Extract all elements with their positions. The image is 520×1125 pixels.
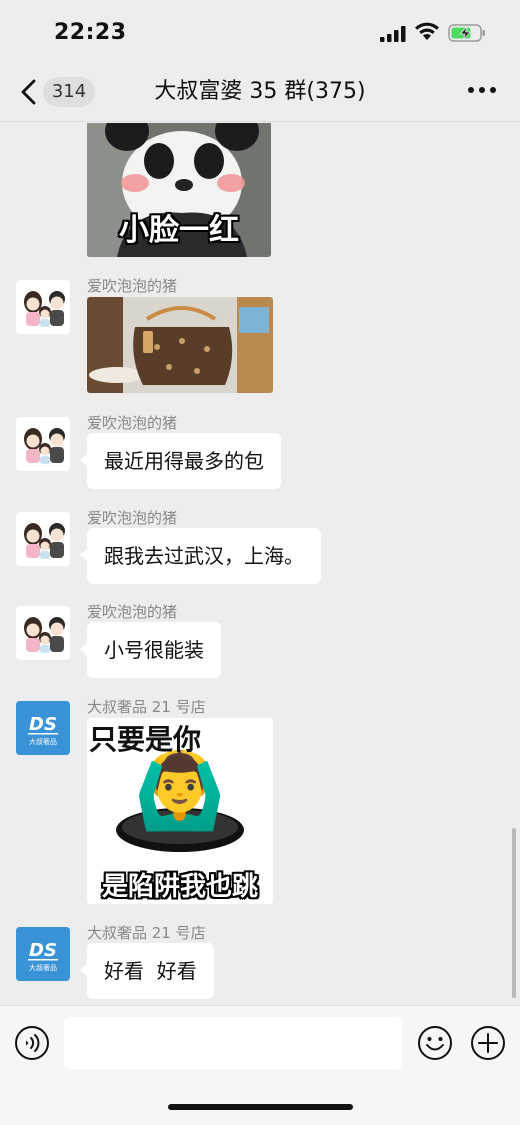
message-text: 爱吹泡泡的猪 小号很能装 [0, 601, 520, 681]
family-cartoon-avatar[interactable] [16, 606, 70, 660]
message-bubble[interactable]: 小号很能装 [80, 622, 221, 678]
message-image: 爱吹泡泡的猪 [0, 275, 520, 395]
sender-name: 爱吹泡泡的猪 [87, 603, 178, 621]
sender-name: 爱吹泡泡的猪 [87, 277, 178, 295]
status-bar: 22:23 [0, 0, 520, 62]
ds-logo-subtext: 大叔奢品 [29, 737, 57, 746]
message-bubble[interactable]: 最近用得最多的包 [80, 433, 281, 489]
message-list[interactable]: 小脸一红 爱吹泡泡的猪 爱吹泡泡的猪 最近用得最多的包 爱吹泡泡的猪 跟我去过武… [0, 123, 520, 1005]
message-text: DS 大叔奢品 大叔奢品 21 号店 好看 好看 [0, 922, 520, 1002]
ds-logo-avatar[interactable]: DS 大叔奢品 [16, 701, 70, 755]
home-indicator[interactable] [168, 1104, 353, 1110]
message-sticker: 小脸一红 [0, 123, 520, 257]
sticker-caption: 小脸一红 [119, 213, 239, 248]
unread-count-badge[interactable]: 314 [43, 77, 95, 107]
family-cartoon-avatar[interactable] [16, 280, 70, 334]
chat-header: 314 大叔富婆 35 群(375) [0, 62, 520, 122]
sender-name: 爱吹泡泡的猪 [87, 509, 178, 527]
message-bubble[interactable]: 跟我去过武汉，上海。 [80, 528, 321, 584]
person-gesture-emoji: 🙆‍♂️ [133, 748, 227, 834]
ds-logo-subtext: 大叔奢品 [29, 963, 57, 972]
message-text: 爱吹泡泡的猪 最近用得最多的包 [0, 412, 520, 492]
message-input[interactable] [64, 1017, 402, 1069]
voice-icon[interactable] [14, 1025, 50, 1061]
chat-title: 大叔富婆 35 群(375) [154, 79, 366, 104]
panda-sticker[interactable]: 小脸一红 [87, 123, 271, 257]
plus-circle-icon[interactable] [470, 1025, 506, 1061]
sender-name: 大叔奢品 21 号店 [87, 924, 206, 942]
message-sticker: DS 大叔奢品 大叔奢品 21 号店 🙆‍♂️ 只要是你 是陷阱我也跳 [0, 696, 520, 906]
sticker-caption-top: 只要是你 [89, 723, 202, 756]
message-text: 爱吹泡泡的猪 跟我去过武汉，上海。 [0, 507, 520, 587]
sticker-caption-bottom: 是陷阱我也跳 [101, 872, 258, 902]
ds-logo-avatar[interactable]: DS 大叔奢品 [16, 927, 70, 981]
handbag-photo[interactable] [87, 297, 273, 393]
family-cartoon-avatar[interactable] [16, 512, 70, 566]
cellular-signal-icon [380, 26, 406, 42]
emoji-icon[interactable] [417, 1025, 453, 1061]
sender-name: 大叔奢品 21 号店 [87, 698, 206, 716]
jump-trap-sticker[interactable]: 🙆‍♂️ 只要是你 是陷阱我也跳 [87, 718, 273, 904]
status-time: 22:23 [54, 20, 127, 45]
ds-logo-text: DS [29, 714, 57, 735]
message-bubble[interactable]: 好看 好看 [80, 943, 214, 999]
chevron-left-icon[interactable] [18, 79, 40, 105]
wifi-icon [415, 22, 439, 40]
scroll-indicator[interactable] [512, 828, 516, 998]
family-cartoon-avatar[interactable] [16, 417, 70, 471]
battery-charging-icon [448, 24, 485, 42]
sender-name: 爱吹泡泡的猪 [87, 414, 178, 432]
more-dots-icon[interactable] [468, 84, 498, 96]
ds-logo-text: DS [29, 940, 57, 961]
